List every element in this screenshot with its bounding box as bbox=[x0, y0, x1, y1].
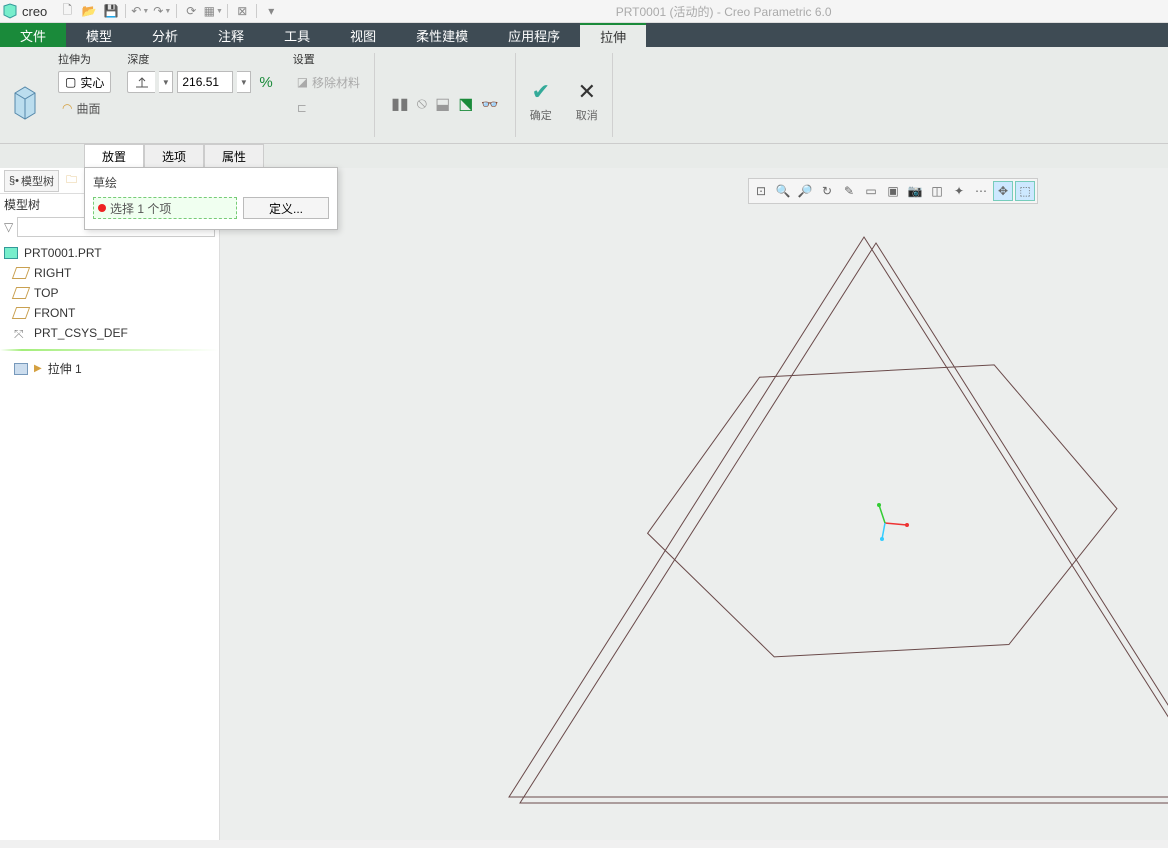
open-file-icon[interactable]: 📂 bbox=[79, 2, 99, 20]
tab-flexible[interactable]: 柔性建模 bbox=[396, 23, 488, 47]
glasses-icon[interactable]: 👓 bbox=[481, 96, 498, 113]
app-logo-icon bbox=[2, 3, 20, 19]
plane-icon bbox=[12, 287, 30, 299]
thicken-button[interactable]: ⊏ bbox=[293, 97, 311, 119]
sidebar-title: 模型树 bbox=[4, 196, 40, 213]
x-icon: ✕ bbox=[578, 79, 596, 105]
placement-panel: 草绘 选择 1 个项 定义... bbox=[84, 167, 338, 230]
check-icon: ✔ bbox=[532, 79, 550, 105]
sketch-geometry bbox=[220, 168, 1168, 848]
ribbon-tabstrip: 文件 模型 分析 注释 工具 视图 柔性建模 应用程序 拉伸 bbox=[0, 23, 1168, 47]
save-icon[interactable]: 💾 bbox=[101, 2, 121, 20]
group-label-depth: 深度 bbox=[127, 47, 276, 69]
close-window-icon[interactable]: ⊠ bbox=[232, 2, 252, 20]
nav-tab-folder[interactable]: 🗀 bbox=[61, 168, 82, 193]
flip-direction-button[interactable]: % bbox=[255, 71, 276, 93]
depth-type-button[interactable] bbox=[127, 71, 155, 93]
tab-view[interactable]: 视图 bbox=[330, 23, 396, 47]
attach-preview-icon[interactable]: ⬓ bbox=[435, 94, 450, 114]
regenerate-icon[interactable]: ⟳ bbox=[181, 2, 201, 20]
depth-input[interactable] bbox=[177, 71, 233, 93]
sidebar: 草绘 选择 1 个项 定义... §•模型树 🗀 ⋆ 模型树 ▽ PRT0001… bbox=[0, 168, 220, 840]
tab-extrude[interactable]: 拉伸 bbox=[580, 23, 646, 47]
dashboard-tabs: 放置 选项 属性 bbox=[0, 144, 1168, 168]
tab-analysis[interactable]: 分析 bbox=[132, 23, 198, 47]
placement-title: 草绘 bbox=[93, 174, 329, 197]
window-title: PRT0001 (活动的) - Creo Parametric 6.0 bbox=[281, 3, 1166, 20]
app-name: creo bbox=[22, 4, 57, 19]
new-file-icon[interactable]: 🗋 bbox=[57, 2, 77, 20]
csys-icon: ⤧ bbox=[14, 327, 28, 339]
ribbon: 拉伸为 ▢实心 ◠曲面 深度 ▼ ▼ % 设置 ◪移除材料 ⊏ ▮▮ ⦸ bbox=[0, 47, 1168, 144]
tree-icon: §• bbox=[9, 175, 19, 187]
depth-type-dropdown[interactable]: ▼ bbox=[159, 71, 173, 93]
extrude-feature-icon bbox=[0, 47, 50, 143]
tab-file[interactable]: 文件 bbox=[0, 23, 66, 47]
define-button[interactable]: 定义... bbox=[243, 197, 329, 219]
quick-access-toolbar: 🗋 📂 💾 ↶▼ ↷▼ ⟳ ▦▼ ⊠ ▾ bbox=[57, 2, 281, 20]
no-preview-icon[interactable]: ⦸ bbox=[417, 95, 427, 113]
sketch-selector[interactable]: 选择 1 个项 bbox=[93, 197, 237, 219]
part-icon bbox=[4, 247, 18, 259]
model-tree: PRT0001.PRT RIGHT TOP FRONT ⤧PRT_CSYS_DE… bbox=[0, 239, 219, 384]
cancel-column[interactable]: ✕ 取消 bbox=[564, 47, 610, 143]
surface-button[interactable]: ◠曲面 bbox=[58, 97, 105, 119]
tree-item-csys[interactable]: ⤧PRT_CSYS_DEF bbox=[0, 323, 219, 343]
plane-icon bbox=[12, 307, 30, 319]
folder-icon: 🗀 bbox=[66, 171, 77, 190]
tree-item-front[interactable]: FRONT bbox=[0, 303, 219, 323]
tree-item-extrude[interactable]: ▶拉伸 1 bbox=[0, 357, 219, 380]
windows-icon[interactable]: ▦▼ bbox=[203, 2, 223, 20]
tree-item-right[interactable]: RIGHT bbox=[0, 263, 219, 283]
qat-dropdown-icon[interactable]: ▾ bbox=[261, 2, 281, 20]
ribbon-group-extrude-as: 拉伸为 ▢实心 ◠曲面 bbox=[50, 47, 119, 143]
tab-apps[interactable]: 应用程序 bbox=[488, 23, 580, 47]
remove-material-icon: ◪ bbox=[297, 75, 308, 89]
undo-icon[interactable]: ↶▼ bbox=[130, 2, 150, 20]
insert-here-icon: ▶ bbox=[34, 363, 42, 374]
solid-button[interactable]: ▢实心 bbox=[58, 71, 111, 93]
ok-column[interactable]: ✔ 确定 bbox=[518, 47, 564, 143]
ribbon-group-settings: 设置 ◪移除材料 ⊏ bbox=[285, 47, 372, 143]
group-label-settings: 设置 bbox=[293, 47, 364, 69]
title-bar: creo 🗋 📂 💾 ↶▼ ↷▼ ⟳ ▦▼ ⊠ ▾ PRT0001 (活动的) … bbox=[0, 0, 1168, 23]
dashboard-tab-props[interactable]: 属性 bbox=[204, 144, 264, 168]
filter-icon[interactable]: ▽ bbox=[4, 220, 13, 234]
pause-icon[interactable]: ▮▮ bbox=[391, 94, 409, 114]
tab-model[interactable]: 模型 bbox=[66, 23, 132, 47]
remove-material-button[interactable]: ◪移除材料 bbox=[293, 71, 364, 93]
plane-icon bbox=[12, 267, 30, 279]
tree-item-top[interactable]: TOP bbox=[0, 283, 219, 303]
tree-root[interactable]: PRT0001.PRT bbox=[0, 243, 219, 263]
detach-preview-icon[interactable]: ⬔ bbox=[458, 94, 473, 114]
redo-icon[interactable]: ↷▼ bbox=[152, 2, 172, 20]
dashboard-tab-options[interactable]: 选项 bbox=[144, 144, 204, 168]
graphics-area[interactable]: ⊡ 🔍 🔎 ↻ ✎ ▭ ▣ 📷 ◫ ✦ ⋯ ✥ ⬚ bbox=[220, 168, 1168, 840]
tab-annotate[interactable]: 注释 bbox=[198, 23, 264, 47]
ribbon-group-depth: 深度 ▼ ▼ % bbox=[119, 47, 284, 143]
depth-value-dropdown[interactable]: ▼ bbox=[237, 71, 251, 93]
solid-icon: ▢ bbox=[65, 75, 76, 89]
status-dot-icon bbox=[98, 204, 106, 212]
surface-icon: ◠ bbox=[62, 101, 72, 115]
nav-tab-model-tree[interactable]: §•模型树 bbox=[4, 170, 59, 192]
dashboard-tab-place[interactable]: 放置 bbox=[84, 144, 144, 168]
preview-group: ▮▮ ⦸ ⬓ ⬔ 👓 bbox=[377, 47, 513, 143]
tab-tools[interactable]: 工具 bbox=[264, 23, 330, 47]
extrude-icon bbox=[14, 363, 28, 375]
group-label-extrude-as: 拉伸为 bbox=[58, 47, 111, 69]
